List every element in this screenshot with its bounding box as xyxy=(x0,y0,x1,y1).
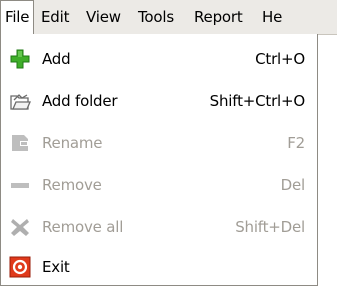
menu-item-label: Add folder xyxy=(42,91,118,110)
menu-view[interactable]: View xyxy=(86,0,121,34)
menu-edit[interactable]: Edit xyxy=(41,0,69,34)
menu-report[interactable]: Report xyxy=(194,0,243,34)
menu-help[interactable]: He xyxy=(262,0,282,34)
menu-item-label: Add xyxy=(42,49,71,68)
menu-item-shortcut: Del xyxy=(280,175,306,194)
exit-power-icon xyxy=(9,256,31,278)
menu-item-shortcut: Shift+Ctrl+O xyxy=(209,91,306,110)
menu-bar: File Edit View Tools Report He xyxy=(0,0,337,35)
add-plus-icon xyxy=(9,48,31,70)
menu-item-exit[interactable]: Exit xyxy=(1,250,317,283)
menu-item-remove-all[interactable]: Remove all Shift+Del xyxy=(1,210,317,243)
menu-item-add[interactable]: Add Ctrl+O xyxy=(1,42,317,75)
file-menu-dropdown: Add Ctrl+O Add folder Shift+Ctrl+O Renam… xyxy=(0,34,318,286)
menu-tools[interactable]: Tools xyxy=(138,0,174,34)
remove-minus-icon xyxy=(9,174,31,196)
rename-icon xyxy=(9,132,31,154)
remove-all-x-icon xyxy=(9,216,31,238)
menu-item-label: Remove xyxy=(42,175,102,194)
menu-item-label: Exit xyxy=(42,257,70,276)
menu-item-shortcut: F2 xyxy=(287,133,305,152)
menu-item-add-folder[interactable]: Add folder Shift+Ctrl+O xyxy=(1,84,317,117)
menu-file[interactable]: File xyxy=(0,0,35,34)
add-folder-icon xyxy=(9,90,31,112)
menu-item-shortcut: Ctrl+O xyxy=(255,49,305,68)
menu-item-rename[interactable]: Rename F2 xyxy=(1,126,317,159)
menu-item-label: Rename xyxy=(42,133,103,152)
menu-item-shortcut: Shift+Del xyxy=(235,217,305,236)
menu-item-label: Remove all xyxy=(42,217,124,236)
menu-item-remove[interactable]: Remove Del xyxy=(1,168,317,201)
